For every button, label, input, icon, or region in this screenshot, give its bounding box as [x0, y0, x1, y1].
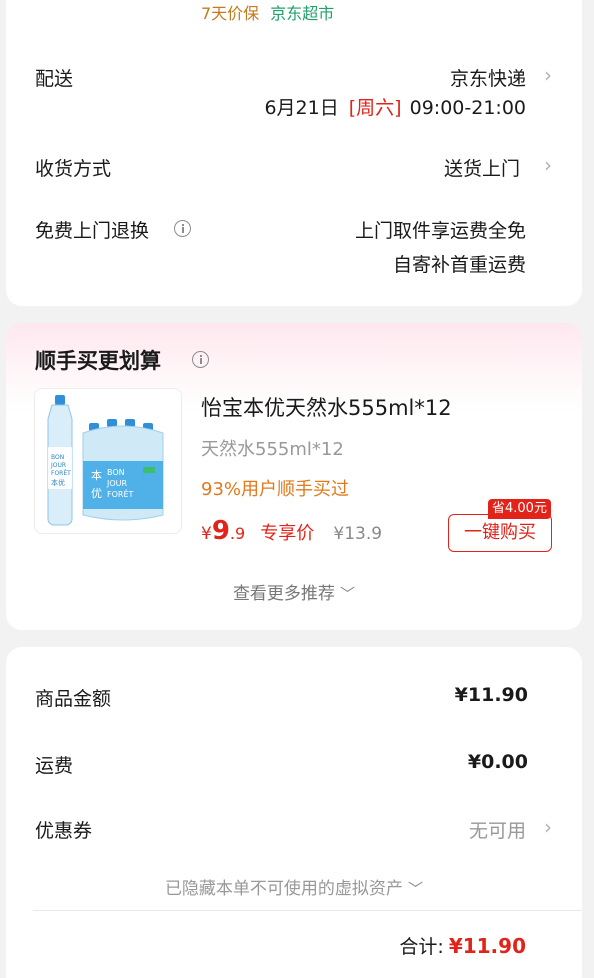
hidden-assets-note: 已隐藏本单不可使用的虚拟资产: [164, 879, 403, 899]
shipping-weekday: [周六]: [348, 97, 402, 119]
receive-method-label: 收货方式: [35, 158, 112, 180]
svg-text:本: 本: [91, 468, 102, 482]
free-return-line1: 上门取件享运费全免: [354, 220, 526, 242]
product-spec: 天然水555ml*12: [201, 439, 344, 460]
save-badge: 省4.00元: [488, 499, 551, 519]
chevron-right-icon: ›: [544, 63, 552, 87]
divider: [33, 910, 582, 911]
hidden-assets-toggle[interactable]: 已隐藏本单不可使用的虚拟资产 ﹀: [6, 874, 582, 899]
addon-title: 顺手买更划算: [35, 349, 161, 373]
receive-method-value: 送货上门: [443, 158, 520, 180]
addon-card: 顺手买更划算 BON JOUR FORÊT 本优 本 优 BON JOUR FO…: [6, 323, 582, 630]
one-click-buy-button[interactable]: 一键购买: [448, 514, 552, 552]
svg-text:本优: 本优: [51, 478, 65, 487]
shipping-time-line: 6月21日 [周六] 09:00-21:00: [264, 93, 526, 120]
goods-amount-label: 商品金额: [35, 688, 112, 710]
more-recommendations-label: 查看更多推荐: [232, 584, 335, 604]
original-price: ¥13.9: [333, 524, 383, 544]
freight-label: 运费: [35, 755, 74, 777]
free-return-label: 免费上门退换: [35, 220, 150, 242]
receive-method-row[interactable]: 送货上门 ›: [306, 150, 576, 186]
goods-amount-value: ¥11.90: [454, 684, 528, 706]
price-protect-tag[interactable]: 7天价保: [201, 4, 259, 23]
chevron-down-icon: ﹀: [340, 585, 356, 603]
total-value: ¥11.90: [448, 934, 526, 958]
svg-text:BON: BON: [107, 468, 125, 477]
jd-supermarket-tag: 京东超市: [270, 4, 335, 23]
svg-text:JOUR: JOUR: [50, 462, 66, 469]
more-recommendations[interactable]: 查看更多推荐 ﹀: [6, 579, 582, 604]
shipping-label: 配送: [35, 68, 74, 90]
coupon-value: 无可用: [468, 820, 526, 842]
coupon-label: 优惠券: [35, 820, 93, 842]
info-circle-icon[interactable]: [192, 349, 209, 368]
product-bought-ratio: 93%用户顺手买过: [201, 479, 350, 500]
svg-text:FORÊT: FORÊT: [107, 488, 134, 499]
price-decimal: .9: [229, 524, 246, 543]
product-name[interactable]: 怡宝本优天然水555ml*12: [201, 392, 452, 422]
info-circle-icon[interactable]: [174, 218, 191, 237]
shipping-carrier: 京东快递: [449, 68, 526, 90]
price-integer: 9: [211, 516, 230, 546]
total-label: 合计:: [399, 936, 444, 958]
delivery-tags: 7天价保 京东超市: [201, 0, 334, 24]
chevron-right-icon: ›: [544, 153, 552, 177]
product-price: ¥9.9 专享价 ¥13.9: [201, 516, 382, 546]
chevron-down-icon: ﹀: [408, 880, 424, 898]
water-bottles-illustration: BON JOUR FORÊT 本优 本 优 BON JOUR FORÊT: [47, 395, 164, 526]
summary-card: 商品金额 ¥11.90 运费 ¥0.00 优惠券 无可用 › 已隐藏本单不可使用…: [6, 647, 582, 978]
delivery-card: 7天价保 京东超市 配送 京东快递 › 6月21日 [周六] 09:00-21:…: [6, 0, 582, 306]
svg-text:BON: BON: [51, 454, 64, 461]
price-currency: ¥: [201, 524, 212, 544]
product-image[interactable]: BON JOUR FORÊT 本优 本 优 BON JOUR FORÊT: [34, 388, 182, 534]
chevron-right-icon: ›: [544, 815, 552, 839]
order-total: 合计: ¥11.90: [399, 932, 526, 959]
coupon-row[interactable]: 无可用 ›: [406, 813, 576, 849]
exclusive-price-tag: 专享价: [260, 523, 315, 544]
free-return-line2: 自寄补首重运费: [392, 254, 526, 276]
shipping-time: 09:00-21:00: [409, 97, 526, 119]
shipping-date: 6月21日: [264, 97, 339, 119]
svg-text:优: 优: [91, 487, 102, 500]
freight-value: ¥0.00: [467, 751, 528, 773]
svg-text:FORÊT: FORÊT: [51, 469, 71, 477]
svg-text:JOUR: JOUR: [106, 479, 128, 488]
